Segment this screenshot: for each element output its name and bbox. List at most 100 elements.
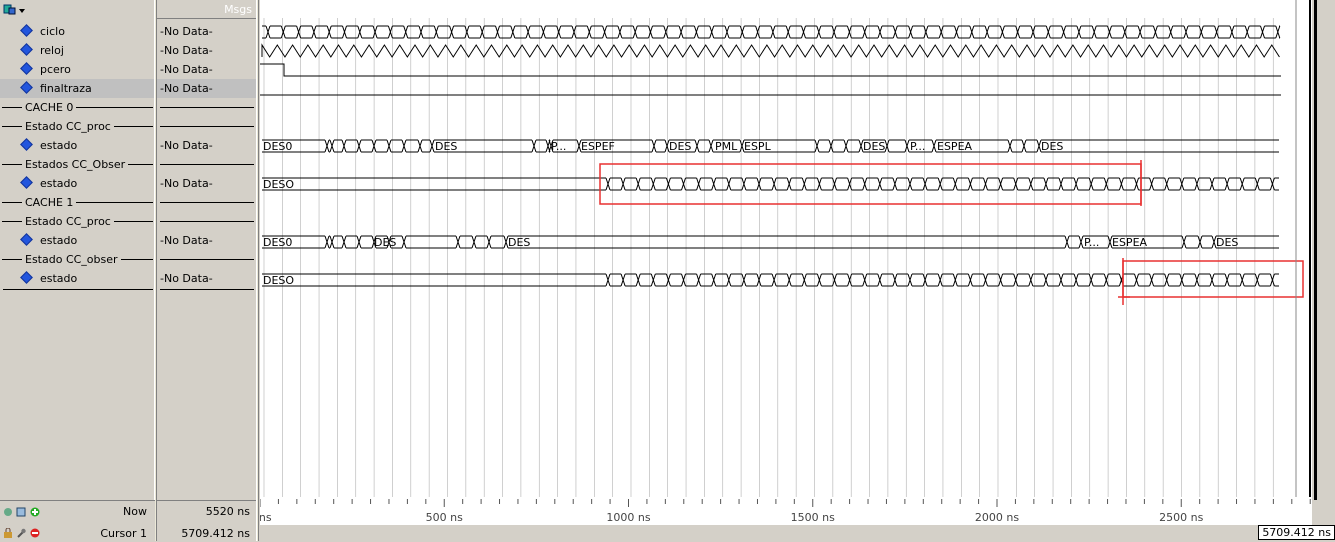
bus-transition <box>1007 139 1013 153</box>
signal-name: ciclo <box>40 25 65 38</box>
bus-value-label: DESO <box>263 178 294 191</box>
value-text: -No Data- <box>160 25 213 38</box>
bus-transition <box>892 273 898 287</box>
signal-diamond-icon <box>20 81 33 94</box>
wave-tool-icon[interactable] <box>3 3 25 15</box>
bus-transition <box>1076 25 1082 39</box>
signal-row-ciclo[interactable]: ciclo <box>0 22 155 41</box>
time-ruler[interactable]: 0 ns500 ns1000 ns1500 ns2000 ns2500 ns30… <box>248 497 1330 525</box>
signal-diamond-icon <box>20 62 33 75</box>
bus-value-label: DES0 <box>263 236 292 249</box>
bus-transition <box>1152 25 1158 39</box>
group-label: Estado CC_obser <box>22 253 121 266</box>
signal-row-estado-1-obser[interactable]: estado <box>0 269 155 288</box>
bus-transition <box>387 25 393 39</box>
lock-icon[interactable] <box>3 527 13 538</box>
bus-transition <box>711 177 717 191</box>
bus-transition <box>324 139 330 153</box>
bus-transition <box>1058 273 1064 287</box>
bus-transition <box>329 235 335 249</box>
bus-transition <box>620 273 626 287</box>
bus-transition <box>1209 177 1215 191</box>
value-text: -No Data- <box>160 44 213 57</box>
value-text: -No Data- <box>160 177 213 190</box>
group-label: Estados CC_Obser <box>22 158 129 171</box>
pcero-wave <box>260 63 1281 77</box>
signal-row-pcero[interactable]: pcero <box>0 60 155 79</box>
group-divider-cc-proc-1[interactable]: Estado CC_proc <box>0 212 155 231</box>
bus-transition <box>1239 177 1245 191</box>
bus-transition <box>417 139 423 153</box>
bus-transition <box>998 273 1004 287</box>
bus-transition <box>724 25 730 39</box>
bus-value-label: DES <box>1216 236 1238 249</box>
bus-transition <box>967 273 973 287</box>
bus-value-label: DES <box>1041 140 1063 153</box>
ruler-tick-label: 0 ns <box>260 511 272 524</box>
signal-name: reloj <box>40 44 64 57</box>
window-icon[interactable] <box>16 507 26 517</box>
signal-diamond-icon <box>20 233 33 246</box>
bus-transition <box>708 139 714 153</box>
bus-transition <box>341 139 347 153</box>
bus-transition <box>540 25 546 39</box>
bus-value-label: P... <box>1084 236 1099 249</box>
value-estado-0-proc: -No Data- <box>157 136 256 155</box>
value-estado-0-obser: -No Data- <box>157 174 256 193</box>
bus-transition <box>771 273 777 287</box>
signal-diamond-icon <box>20 24 33 37</box>
bus-transition <box>816 177 822 191</box>
ruler-tick-label: 1500 ns <box>791 511 835 524</box>
bus-transition <box>1073 177 1079 191</box>
signal-row-estado-1-proc[interactable]: estado <box>0 231 155 250</box>
bus-transition <box>969 25 975 39</box>
group-divider-cc-obser-0[interactable]: Estados CC_Obser <box>0 155 155 174</box>
vertical-scrollbar[interactable] <box>1312 0 1335 500</box>
remove-cursor-icon[interactable] <box>30 528 40 538</box>
value-divider <box>160 202 254 203</box>
group-divider-cache1[interactable]: CACHE 1 <box>0 193 155 212</box>
bus-transition <box>586 25 592 39</box>
waveform-pane[interactable]: DES0 DES P... ESPEF DES PML ESPL DES P... ESPEA DE… <box>260 0 1312 497</box>
bus-transition <box>1194 177 1200 191</box>
bus-transition <box>663 25 669 39</box>
value-ciclo: -No Data- <box>157 22 256 41</box>
add-cursor-icon[interactable] <box>30 507 40 517</box>
bus-transition <box>862 273 868 287</box>
bus-transition <box>1073 273 1079 287</box>
bus-transition <box>711 273 717 287</box>
group-divider-cc-obser-1[interactable]: Estado CC_obser <box>0 250 155 269</box>
signal-row-estado-0-obser[interactable]: estado <box>0 174 155 193</box>
bus-transition <box>1260 25 1265 39</box>
bus-transition <box>967 177 973 191</box>
signal-row-estado-0-proc[interactable]: estado <box>0 136 155 155</box>
cursor-marker-line <box>1314 0 1317 500</box>
bus-transition <box>1224 273 1230 287</box>
cursor-value: 5709.412 ns <box>181 527 250 540</box>
bus-transition <box>801 273 807 287</box>
bus-transition <box>449 25 455 39</box>
wrench-icon[interactable] <box>16 528 26 538</box>
value-divider <box>160 289 254 290</box>
bus-transition <box>922 273 928 287</box>
pane-splitter[interactable] <box>256 0 259 541</box>
waveform-canvas[interactable]: DES0 DES P... ESPEF DES PML ESPL DES P... ESPEA DE… <box>260 0 1312 497</box>
bus-transition <box>892 177 898 191</box>
bus-transition <box>907 273 913 287</box>
signal-row-finaltraza[interactable]: finaltraza <box>0 79 155 98</box>
bus-transition <box>1103 177 1109 191</box>
group-divider-cache0[interactable]: CACHE 0 <box>0 98 155 117</box>
zoom-icon[interactable] <box>3 507 13 517</box>
ruler-tick-label: 2500 ns <box>1159 511 1203 524</box>
pane-splitter[interactable] <box>154 0 157 541</box>
highlight-box <box>599 163 1142 205</box>
value-text: -No Data- <box>160 139 213 152</box>
value-pcero: -No Data- <box>157 60 256 79</box>
cursor-readout-box[interactable]: 5709.412 ns <box>1258 525 1335 540</box>
signal-row-reloj[interactable]: reloj <box>0 41 155 60</box>
bus-transition <box>1137 25 1143 39</box>
cursor-bar[interactable]: 5709.412 ns <box>260 525 1335 541</box>
bus-transition <box>1254 177 1260 191</box>
group-divider-cc-proc-0[interactable]: Estado CC_proc <box>0 117 155 136</box>
bus-transition <box>1269 177 1275 191</box>
